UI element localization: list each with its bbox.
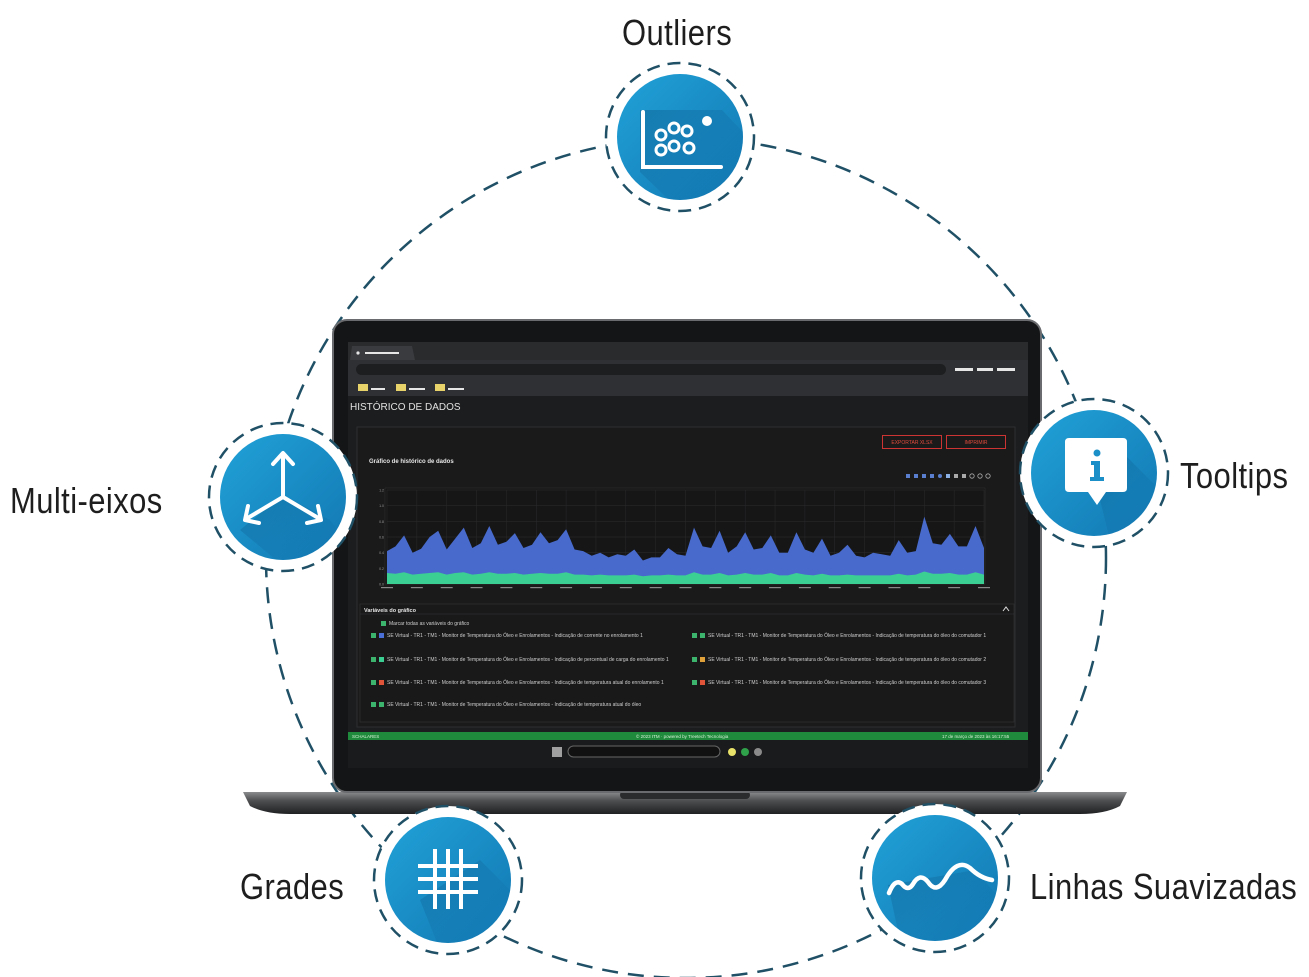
tooltips-badge[interactable]	[1018, 397, 1170, 549]
series-color-swatch	[700, 657, 705, 663]
x-tick-label	[828, 587, 841, 589]
x-tick-label	[798, 587, 811, 589]
laptop: 0.0 0.2 0.4 0.6 0.8 1.0 1.2	[243, 319, 1127, 814]
variable-item[interactable]: SE Virtual - TR1 - TM1 - Monitor de Temp…	[371, 631, 681, 641]
status-user: SCHALARES	[352, 734, 380, 739]
variable-label: SE Virtual - TR1 - TM1 - Monitor de Temp…	[387, 657, 669, 663]
x-tick-label	[500, 587, 513, 589]
checkbox[interactable]	[692, 680, 697, 686]
x-tick-label	[918, 587, 931, 589]
x-tick-label	[739, 587, 752, 589]
variable-item[interactable]: SE Virtual - TR1 - TM1 - Monitor de Temp…	[371, 700, 681, 710]
grids-label: Grades	[240, 866, 345, 907]
variables-header: Variáveis do gráfico	[364, 608, 416, 614]
page-title: HISTÓRICO DE DADOS	[350, 402, 461, 413]
variable-item[interactable]: SE Virtual - TR1 - TM1 - Monitor de Temp…	[371, 678, 681, 688]
x-tick-label	[589, 587, 602, 589]
y-tick-label: 0.6	[379, 536, 384, 540]
checkbox[interactable]	[381, 621, 386, 627]
variable-label: SE Virtual - TR1 - TM1 - Monitor de Temp…	[387, 633, 643, 639]
series-color-swatch	[379, 633, 384, 639]
variable-item[interactable]: SE Virtual - TR1 - TM1 - Monitor de Temp…	[371, 655, 681, 665]
x-tick-label	[381, 587, 393, 589]
x-tick-label	[769, 587, 782, 589]
tooltips-label: Tooltips	[1180, 455, 1289, 496]
outliers-label: Outliers	[622, 12, 733, 53]
illustration: 0.0 0.2 0.4 0.6 0.8 1.0 1.2	[207, 61, 1170, 977]
variable-item[interactable]: SE Virtual - TR1 - TM1 - Monitor de Temp…	[692, 678, 1002, 688]
x-tick-label	[679, 587, 692, 589]
x-tick-label	[978, 587, 990, 589]
multi-axes-label: Multi-eixos	[10, 480, 163, 521]
x-tick-label	[410, 587, 423, 589]
x-tick-label	[888, 587, 901, 589]
x-tick-label	[530, 587, 543, 589]
series-color-swatch	[379, 680, 384, 686]
export-xlsx-button[interactable]: EXPORTAR XLSX	[882, 435, 942, 449]
x-tick-label	[560, 587, 573, 589]
y-tick-label: 0.0	[379, 583, 384, 587]
x-tick-label	[440, 587, 453, 589]
chart-x-ticks	[381, 587, 990, 589]
chart-title: Gráfico de histórico de dados	[369, 459, 454, 465]
checkbox[interactable]	[692, 633, 697, 639]
x-tick-label	[470, 587, 483, 589]
checkbox[interactable]	[371, 680, 376, 686]
x-tick-label	[619, 587, 632, 589]
series-color-swatch	[700, 680, 705, 686]
variable-label: SE Virtual - TR1 - TM1 - Monitor de Temp…	[708, 680, 987, 686]
select-all-variables[interactable]: Marcar todas as variáveis do gráfico	[381, 621, 469, 627]
variable-label: SE Virtual - TR1 - TM1 - Monitor de Temp…	[708, 657, 987, 663]
outliers-badge[interactable]	[604, 61, 760, 230]
checkbox[interactable]	[692, 657, 697, 663]
checkbox[interactable]	[371, 657, 376, 663]
variable-item[interactable]: SE Virtual - TR1 - TM1 - Monitor de Temp…	[692, 631, 1002, 641]
select-all-label: Marcar todas as variáveis do gráfico	[389, 621, 470, 627]
grids-badge[interactable]	[372, 804, 524, 956]
series-color-swatch	[379, 702, 384, 708]
status-footer: © 2023 ITM · powered by Treetech Tecnolo…	[636, 734, 729, 739]
series-color-swatch	[379, 657, 384, 663]
status-timestamp: 17 de março de 2023 às 16:17:55	[942, 734, 1010, 739]
checkbox[interactable]	[371, 702, 376, 708]
y-tick-label: 0.2	[379, 567, 384, 571]
print-button[interactable]: IMPRIMIR	[946, 435, 1006, 449]
variable-label: SE Virtual - TR1 - TM1 - Monitor de Temp…	[387, 680, 664, 686]
x-tick-label	[649, 587, 662, 589]
x-tick-label	[709, 587, 722, 589]
x-tick-label	[948, 587, 961, 589]
variable-label: SE Virtual - TR1 - TM1 - Monitor de Temp…	[387, 702, 642, 708]
variable-label: SE Virtual - TR1 - TM1 - Monitor de Temp…	[708, 633, 987, 639]
y-tick-label: 0.8	[379, 520, 384, 524]
series-color-swatch	[700, 633, 705, 639]
smooth-lines-label: Linhas Suavizadas	[1030, 866, 1298, 907]
y-tick-label: 1.2	[379, 489, 384, 493]
variable-item[interactable]: SE Virtual - TR1 - TM1 - Monitor de Temp…	[692, 655, 1002, 665]
y-tick-label: 1.0	[379, 504, 384, 508]
x-tick-label	[858, 587, 871, 589]
y-tick-label: 0.4	[379, 551, 384, 555]
smooth-lines-badge[interactable]	[859, 802, 1011, 954]
checkbox[interactable]	[371, 633, 376, 639]
